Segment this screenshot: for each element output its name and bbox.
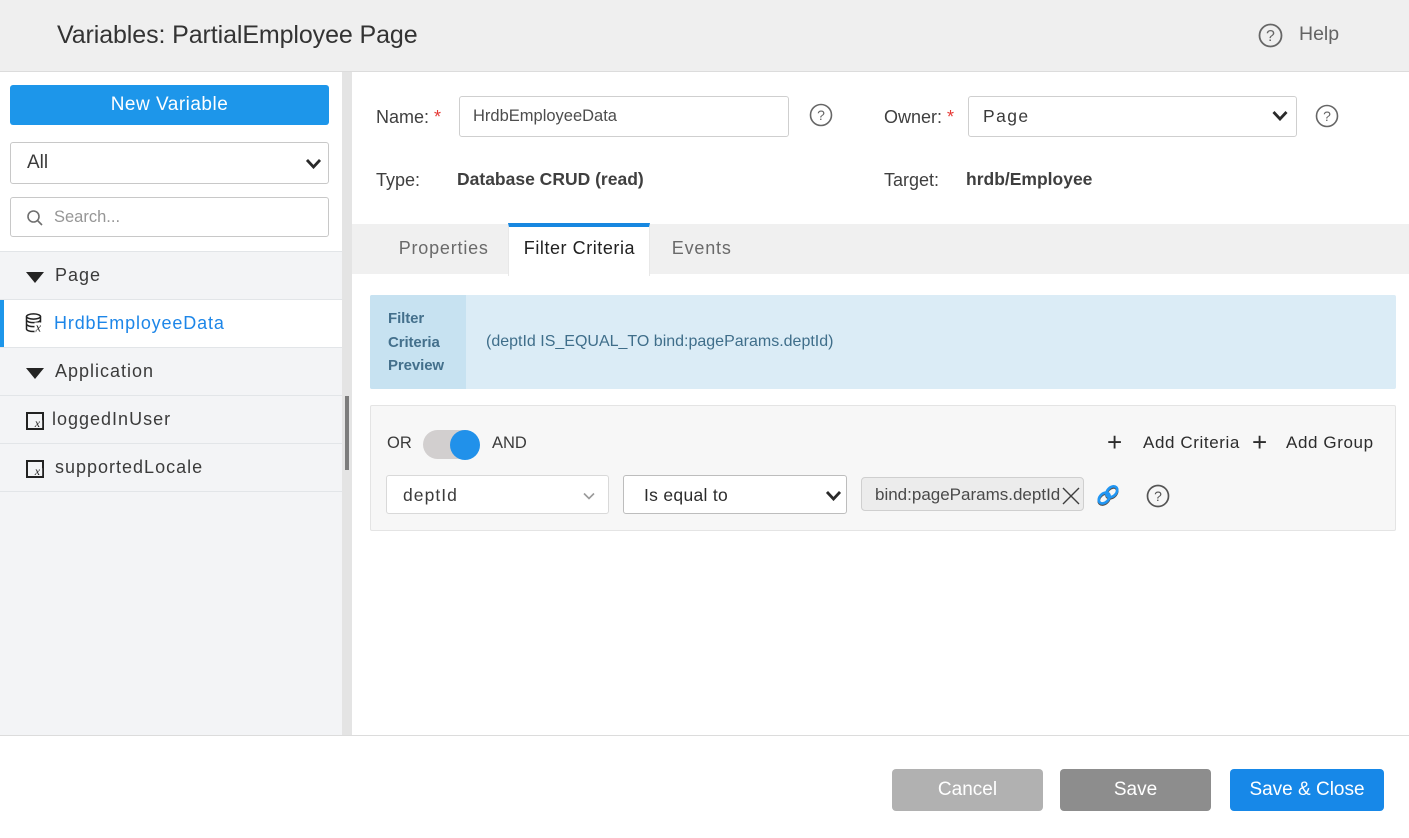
svg-text:x: x — [35, 321, 42, 334]
svg-text:?: ? — [1266, 28, 1275, 45]
svg-text:x: x — [34, 416, 41, 430]
svg-text:x: x — [34, 464, 41, 478]
svg-text:?: ? — [817, 107, 825, 123]
svg-text:?: ? — [1323, 108, 1331, 124]
svg-text:?: ? — [1154, 488, 1162, 504]
